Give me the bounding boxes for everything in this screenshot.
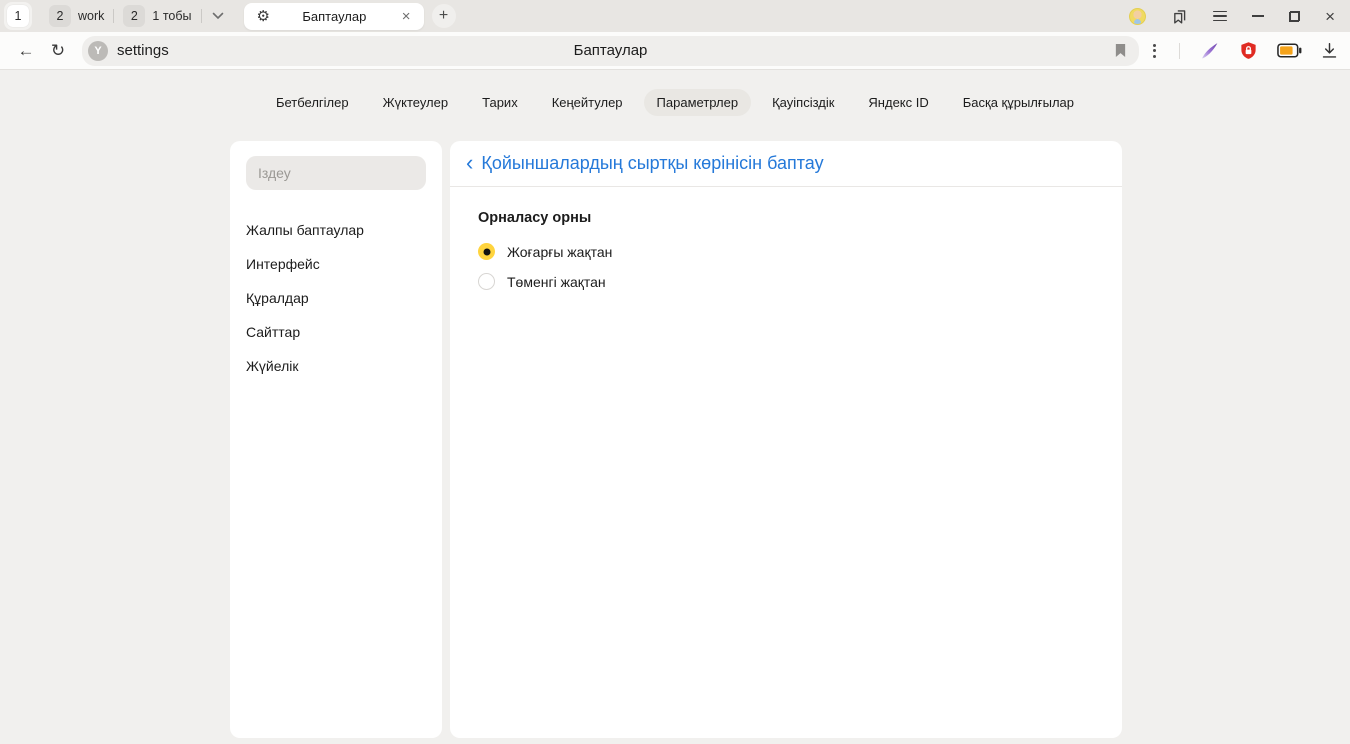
tab-title: Баптаулар [270, 9, 399, 24]
urlbar-more-button[interactable] [1149, 44, 1160, 58]
address-bar[interactable]: Y settings Баптаулар [82, 36, 1139, 66]
battery-button[interactable] [1277, 43, 1302, 58]
content-body: Орналасу орны Жоғарғы жақтан Төменгі жақ… [450, 187, 1122, 326]
nav-item-security[interactable]: Қауіпсіздік [759, 89, 847, 116]
nav-item-extensions[interactable]: Кеңейтулер [539, 89, 636, 116]
tab-group-1[interactable]: 1 [4, 2, 32, 30]
site-badge-icon: Y [88, 41, 108, 61]
back-header[interactable]: ‹ Қойыншалардың сыртқы көрінісін баптау [450, 141, 1122, 187]
nav-item-downloads[interactable]: Жүктеулер [370, 89, 462, 116]
editor-quill-button[interactable] [1199, 40, 1220, 61]
quill-icon [1199, 40, 1220, 61]
nav-item-settings[interactable]: Параметрлер [644, 89, 752, 116]
radio-label: Төменгі жақтан [507, 274, 606, 290]
menu-icon [1213, 11, 1227, 13]
window-restore-button[interactable] [1289, 11, 1300, 22]
sidebar-list: Жалпы баптаулар Интерфейс Құралдар Сайтт… [246, 220, 426, 376]
toolbar: ← ↻ Y settings Баптаулар [0, 32, 1350, 70]
url-text: settings [117, 42, 169, 59]
bookmark-button[interactable] [1114, 43, 1127, 58]
radio-option-top[interactable]: Жоғарғы жақтан [478, 243, 1094, 260]
shield-lock-icon [1239, 41, 1258, 61]
gear-icon: ⚙ [257, 9, 270, 24]
tab-group-count: 2 [123, 5, 145, 27]
profile-avatar[interactable] [1129, 8, 1146, 25]
sidebar-item-general[interactable]: Жалпы баптаулар [246, 220, 426, 240]
tab-group-1-toby[interactable]: 2 1 тобы [114, 5, 200, 27]
collections-icon [1171, 8, 1188, 25]
window-minimize-button[interactable] [1252, 15, 1264, 17]
settings-sidebar: Жалпы баптаулар Интерфейс Құралдар Сайтт… [230, 141, 442, 738]
sidebar-item-interface[interactable]: Интерфейс [246, 254, 426, 274]
tab-groups-expand-button[interactable] [202, 12, 234, 20]
tab-group-label: work [78, 9, 104, 23]
battery-icon [1277, 43, 1302, 58]
window-close-button[interactable]: × [1325, 8, 1335, 25]
protect-button[interactable] [1239, 41, 1258, 61]
tab-settings[interactable]: ⚙ Баптаулар × [244, 3, 424, 30]
back-chevron-icon: ‹ [466, 152, 473, 174]
divider [1179, 43, 1180, 59]
menu-button[interactable] [1213, 11, 1227, 22]
section-title: Орналасу орны [478, 210, 1094, 226]
back-button[interactable]: ← [10, 36, 42, 66]
chevron-down-icon [212, 12, 224, 20]
new-tab-button[interactable]: + [432, 4, 456, 28]
minimize-icon [1252, 15, 1264, 17]
radio-label: Жоғарғы жақтан [507, 244, 612, 260]
settings-nav: Бетбелгілер Жүктеулер Тарих Кеңейтулер П… [0, 70, 1350, 116]
bookmark-icon [1114, 43, 1127, 58]
tab-group-count: 1 [7, 5, 29, 27]
sidebar-item-system[interactable]: Жүйелік [246, 356, 426, 376]
nav-item-bookmarks[interactable]: Бетбелгілер [263, 89, 362, 116]
tab-group-work[interactable]: 2 work [40, 5, 113, 27]
tab-close-icon[interactable]: × [399, 9, 414, 24]
restore-icon [1289, 11, 1300, 22]
radio-option-bottom[interactable]: Төменгі жақтан [478, 273, 1094, 290]
sidebar-item-tools[interactable]: Құралдар [246, 288, 426, 308]
content-heading: Қойыншалардың сыртқы көрінісін баптау [481, 153, 823, 174]
search-input[interactable] [246, 156, 426, 190]
nav-item-history[interactable]: Тарих [469, 89, 531, 116]
tab-bar: 1 2 work 2 1 тобы ⚙ Баптаулар × + [0, 0, 1350, 32]
reload-button[interactable]: ↻ [42, 36, 74, 66]
page-title: Баптаулар [574, 42, 648, 59]
tab-group-label: 1 тобы [152, 9, 191, 23]
nav-item-other-devices[interactable]: Басқа құрылғылар [950, 89, 1087, 116]
side-panels-button[interactable] [1171, 8, 1188, 25]
radio-selected-icon[interactable] [478, 243, 495, 260]
kebab-icon [1153, 44, 1156, 47]
tab-group-count: 2 [49, 5, 71, 27]
radio-unselected-icon[interactable] [478, 273, 495, 290]
sidebar-item-sites[interactable]: Сайттар [246, 322, 426, 342]
close-icon: × [1325, 8, 1335, 25]
downloads-button[interactable] [1321, 42, 1338, 60]
download-icon [1321, 42, 1338, 60]
nav-item-yandex-id[interactable]: Яндекс ID [855, 89, 941, 116]
settings-content: ‹ Қойыншалардың сыртқы көрінісін баптау … [450, 141, 1122, 738]
